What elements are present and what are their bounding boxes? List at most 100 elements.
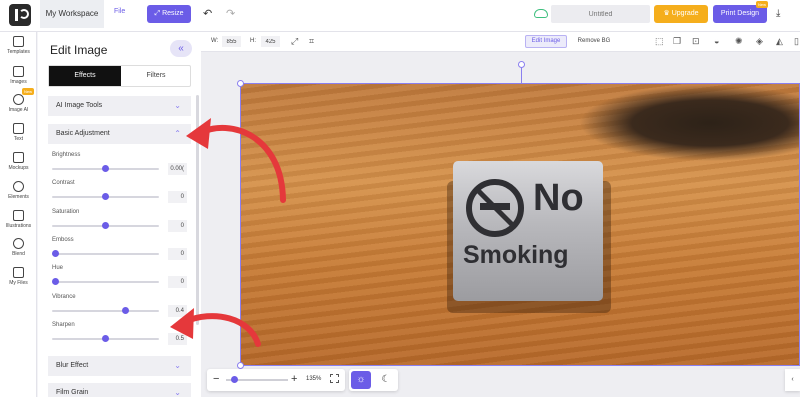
resize-icon: ⤢	[154, 10, 163, 17]
resize-handle-bottom-left[interactable]	[237, 362, 244, 369]
slider-thumb[interactable]	[102, 193, 109, 201]
adjustment-label: Hue	[52, 265, 64, 272]
rail-item-images[interactable]: Images	[0, 66, 37, 85]
delete-icon[interactable]: ▯	[794, 36, 799, 47]
section-label: AI Image Tools	[56, 102, 103, 109]
file-menu-button[interactable]: File	[114, 8, 125, 15]
width-input[interactable]	[222, 36, 241, 47]
undo-icon[interactable]: ↶	[203, 9, 212, 20]
fit-screen-icon[interactable]	[330, 374, 339, 383]
adjustment-label: Brightness	[52, 152, 81, 158]
logo-icon[interactable]	[9, 4, 31, 26]
section-basic-adjustment[interactable]: Basic Adjustment ⌃	[48, 124, 191, 144]
height-label: H:	[250, 38, 256, 44]
adjustment-brightness: Brightness 0.00(	[52, 152, 192, 180]
section-film-grain[interactable]: Film Grain ⌄	[48, 383, 191, 397]
zoom-slider-thumb[interactable]	[231, 376, 238, 383]
rail-item-text[interactable]: Text	[0, 123, 37, 142]
light-mode-icon[interactable]: ☼	[351, 371, 371, 389]
dark-mode-icon[interactable]: ☾	[376, 371, 396, 389]
slider-track[interactable]	[52, 309, 159, 312]
adjustment-vibrance: Vibrance 0.4	[52, 294, 192, 322]
slider-thumb[interactable]	[102, 165, 109, 172]
dashed-frame-icon[interactable]: ⬚	[655, 36, 664, 47]
rail-item-mockups[interactable]: Mockups	[0, 152, 37, 171]
adjustment-value-field[interactable]: 0	[168, 191, 187, 204]
my-workspace-button[interactable]: My Workspace	[40, 0, 104, 28]
slider-track[interactable]	[52, 252, 159, 255]
adjustment-value-field[interactable]: 0.00(	[168, 163, 187, 175]
crown-icon: ♛	[663, 10, 672, 17]
upgrade-label: Upgrade	[671, 10, 699, 17]
chevron-up-icon: ⌃	[174, 129, 181, 138]
expand-icon[interactable]: ⤢	[291, 36, 298, 47]
adjustment-value-field[interactable]: 0	[168, 247, 187, 260]
slider-thumb[interactable]	[122, 306, 129, 314]
crop-icon[interactable]: ⌗	[309, 36, 314, 47]
panel-tabs: Effects Filters	[48, 65, 191, 87]
elements-icon	[13, 181, 24, 192]
rail-item-my-files[interactable]: My Files	[0, 267, 37, 286]
resize-label: Resize	[162, 10, 184, 17]
adjustment-value-field[interactable]: 0.4	[168, 304, 187, 317]
section-ai-image-tools[interactable]: AI Image Tools ⌄	[48, 96, 191, 116]
flip-icon[interactable]: ◭	[776, 36, 783, 47]
adjustment-contrast: Contrast 0	[52, 180, 192, 208]
tab-effects[interactable]: Effects	[49, 66, 121, 86]
chevron-down-icon: ⌄	[174, 101, 181, 110]
adjustment-value-field[interactable]: 0	[168, 219, 187, 232]
rotate-handle[interactable]	[518, 61, 525, 68]
adjustment-value-field[interactable]: 0.5	[168, 332, 187, 345]
resize-handle-top-left[interactable]	[237, 80, 244, 87]
left-rail: Templates Images Image AI New Text Mocku…	[0, 32, 37, 397]
duplicate-icon[interactable]: ❐	[673, 36, 681, 47]
adjustment-label: Saturation	[52, 208, 80, 215]
tab-filters[interactable]: Filters	[121, 66, 191, 86]
panel-scrollbar[interactable]	[196, 95, 199, 325]
slider-thumb[interactable]	[52, 278, 59, 286]
section-label: Blur Effect	[56, 362, 89, 369]
rail-item-templates[interactable]: Templates	[0, 36, 37, 55]
slider-thumb[interactable]	[102, 334, 109, 342]
design-title-input[interactable]	[551, 5, 650, 23]
section-blur-effect[interactable]: Blur Effect ⌄	[48, 356, 191, 376]
edit-image-panel: Edit Image Effects Filters AI Image Tool…	[38, 32, 201, 397]
height-input[interactable]	[261, 36, 280, 47]
download-icon[interactable]: ⤓	[776, 8, 780, 19]
slider-track[interactable]	[52, 281, 159, 284]
adjustment-label: Emboss	[52, 236, 74, 243]
upgrade-button[interactable]: ♛ Upgrade	[654, 5, 708, 23]
rotate-line	[521, 67, 522, 83]
rail-label: Text	[13, 136, 24, 142]
adjustment-value-field[interactable]: 0	[168, 276, 187, 289]
adjustment-label: Sharpen	[52, 321, 75, 328]
slider-thumb[interactable]	[102, 221, 109, 229]
opacity-drop-icon[interactable]: ◒	[714, 36, 719, 47]
rail-item-blend[interactable]: Blend	[0, 238, 37, 257]
zoom-value: 135%	[306, 376, 322, 382]
canvas-area[interactable]: No Smoking	[201, 52, 800, 397]
image-ai-icon	[13, 94, 24, 105]
remove-bg-button[interactable]: Remove BG	[574, 35, 614, 48]
zoom-bar: − + 135%	[207, 369, 345, 391]
layers-icon[interactable]: ◈	[756, 36, 763, 47]
right-panel-toggle[interactable]: ‹	[785, 369, 800, 391]
slider-thumb[interactable]	[52, 249, 59, 257]
theme-toggle: ☼ ☾	[349, 369, 398, 391]
rail-item-illustrations[interactable]: Illustrations	[0, 210, 37, 229]
mockups-icon	[13, 152, 24, 163]
collapse-panel-button[interactable]: «	[170, 40, 192, 57]
lock-icon[interactable]: ⊡	[692, 36, 700, 47]
resize-button[interactable]: ⤢ Resize	[147, 5, 191, 23]
rail-item-elements[interactable]: Elements	[0, 181, 37, 200]
edit-image-button[interactable]: Edit Image	[525, 35, 567, 48]
zoom-out-icon[interactable]: −	[213, 373, 219, 385]
animate-icon[interactable]: ✺	[735, 36, 743, 47]
rail-item-image-ai[interactable]: Image AI New	[0, 88, 37, 113]
rail-label: Templates	[7, 49, 30, 55]
zoom-in-icon[interactable]: +	[291, 373, 297, 385]
canvas-toolbar: W: H: ⤢ ⌗ Edit Image Remove BG ⬚ ❐ ⊡ ◒ ✺…	[201, 32, 800, 52]
redo-icon[interactable]: ↷	[226, 9, 235, 20]
rail-label: Elements	[8, 194, 29, 200]
rail-label: Blend	[12, 251, 25, 257]
